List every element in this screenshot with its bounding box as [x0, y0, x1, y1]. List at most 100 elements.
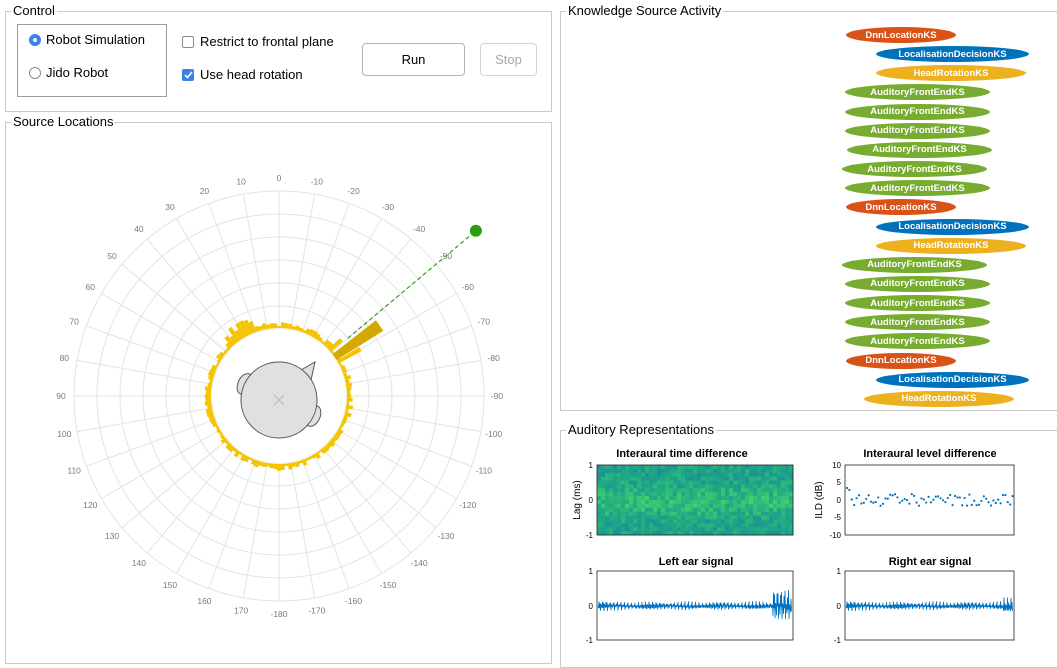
- itd-heat-cell: [769, 507, 774, 513]
- itd-heat-cell: [641, 496, 646, 501]
- itd-heat-cell: [745, 503, 750, 509]
- itd-heat-cell: [657, 492, 662, 497]
- ild-point: [889, 493, 892, 496]
- checkbox-checked-indicator[interactable]: [182, 68, 194, 81]
- itd-heat-cell: [781, 484, 786, 489]
- itd-heat-cell: [613, 476, 618, 481]
- itd-heat-cell: [701, 527, 706, 532]
- itd-heat-cell: [601, 472, 606, 478]
- itd-heat-cell: [737, 500, 742, 505]
- polar-spoke: [312, 218, 382, 339]
- ks-activity-item: HeadRotationKS: [876, 237, 1026, 254]
- itd-heat-cell: [749, 511, 754, 516]
- itd-heat-cell: [645, 507, 650, 513]
- itd-heat-cell: [601, 492, 606, 497]
- stop-button[interactable]: Stop: [480, 43, 537, 76]
- radio-jido-robot[interactable]: Jido Robot: [29, 65, 108, 80]
- itd-heat-cell: [657, 472, 662, 478]
- itd-heat-cell: [709, 519, 714, 524]
- itd-heat-cell: [689, 507, 694, 513]
- itd-heat-cell: [785, 511, 790, 516]
- itd-heat-cell: [621, 465, 626, 470]
- ks-activity-item: AuditoryFrontEndKS: [845, 295, 990, 312]
- itd-heat-cell: [753, 484, 758, 489]
- histogram-bar: [284, 322, 289, 329]
- itd-heat-cell: [733, 515, 738, 520]
- polar-spoke: [176, 218, 246, 339]
- polar-spoke: [86, 418, 217, 467]
- itd-heat-cell: [641, 503, 646, 509]
- head-rotation-checkbox[interactable]: Use head rotation: [182, 67, 303, 82]
- itd-heat-cell: [701, 480, 706, 485]
- radio-unselected-indicator[interactable]: [29, 66, 41, 79]
- itd-ytick-mid: 0: [589, 496, 594, 505]
- itd-heat-cell: [601, 523, 606, 528]
- itd-heat-cell: [765, 480, 770, 485]
- itd-heat-cell: [753, 503, 758, 509]
- itd-heat-cell: [705, 519, 710, 524]
- itd-heat-cell: [637, 476, 642, 481]
- itd-heat-cell: [681, 476, 686, 481]
- itd-heat-cell: [689, 484, 694, 489]
- itd-heat-cell: [769, 480, 774, 485]
- radio-selected-indicator[interactable]: [29, 33, 41, 46]
- itd-heat-cell: [629, 476, 634, 481]
- itd-heat-cell: [773, 511, 778, 516]
- itd-heat-cell: [721, 511, 726, 516]
- itd-heat-cell: [713, 472, 718, 478]
- itd-heat-cell: [685, 503, 690, 509]
- itd-heat-cell: [637, 484, 642, 489]
- itd-heat-cell: [729, 523, 734, 528]
- itd-heat-cell: [769, 519, 774, 524]
- itd-heat-cell: [681, 511, 686, 516]
- itd-heat-cell: [633, 523, 638, 528]
- itd-heat-cell: [733, 507, 738, 513]
- run-button[interactable]: Run: [362, 43, 465, 76]
- itd-heat-cell: [629, 472, 634, 478]
- itd-heat-cell: [605, 476, 610, 481]
- restrict-frontal-checkbox[interactable]: Restrict to frontal plane: [182, 34, 334, 49]
- itd-heat-cell: [653, 468, 658, 474]
- itd-heat-cell: [713, 519, 718, 524]
- itd-heat-cell: [741, 511, 746, 516]
- itd-heat-cell: [673, 488, 678, 493]
- right-ytick-top: 1: [837, 567, 842, 576]
- ild-point: [869, 500, 873, 503]
- itd-heat-cell: [605, 500, 610, 505]
- histogram-bar: [277, 326, 281, 329]
- checkmark-icon: [183, 70, 193, 79]
- ild-point: [937, 495, 940, 498]
- itd-heat-cell: [677, 472, 682, 478]
- itd-heat-cell: [745, 488, 750, 493]
- itd-heat-cell: [689, 523, 694, 528]
- left-ytick-mid: 0: [589, 602, 594, 611]
- checkbox-unchecked-indicator[interactable]: [182, 35, 194, 48]
- polar-spoke: [101, 293, 222, 363]
- itd-heat-cell: [625, 503, 630, 509]
- itd-heat-cell: [657, 484, 662, 489]
- polar-angle-label: 120: [83, 500, 97, 510]
- itd-heat-cell: [645, 476, 650, 481]
- itd-heat-cell: [633, 476, 638, 481]
- polar-angle-label: -60: [462, 282, 475, 292]
- itd-heat-cell: [701, 468, 706, 474]
- radio-robot-simulation[interactable]: Robot Simulation: [29, 32, 145, 47]
- itd-heat-cell: [709, 503, 714, 509]
- polar-angle-label: -90: [491, 391, 504, 401]
- itd-heat-cell: [677, 500, 682, 505]
- itd-heat-cell: [621, 515, 626, 520]
- itd-heat-cell: [677, 484, 682, 489]
- itd-heat-cell: [605, 465, 610, 470]
- itd-heat-cell: [709, 496, 714, 501]
- itd-heat-cell: [729, 476, 734, 481]
- itd-heat-cell: [757, 476, 762, 481]
- itd-heat-cell: [677, 492, 682, 497]
- itd-heat-cell: [653, 523, 658, 528]
- itd-ylabel: Lag (ms): [572, 480, 583, 519]
- itd-heat-cell: [737, 515, 742, 520]
- itd-heat-cell: [665, 476, 670, 481]
- itd-heat-cell: [705, 468, 710, 474]
- itd-heat-cell: [741, 523, 746, 528]
- itd-heat-cell: [757, 492, 762, 497]
- itd-heat-cell: [697, 507, 702, 513]
